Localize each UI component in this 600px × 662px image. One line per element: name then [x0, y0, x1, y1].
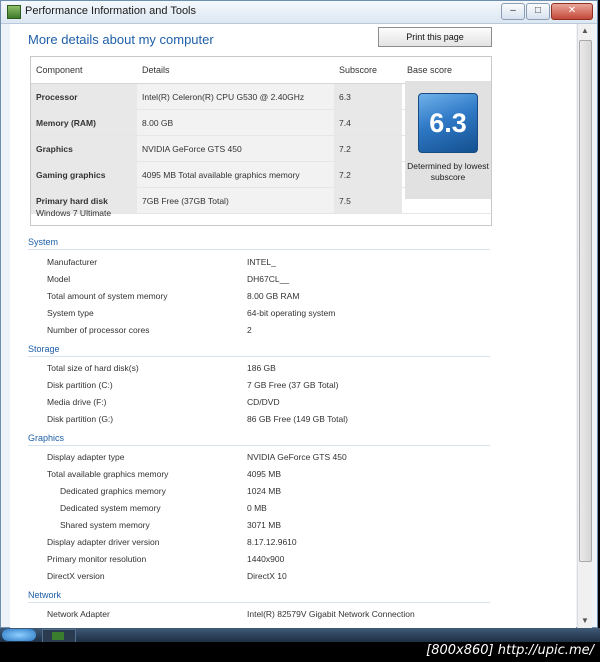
scroll-down-icon[interactable]: ▼ — [578, 614, 592, 628]
detail-value: 4095 MB — [247, 469, 282, 479]
detail-label: Dedicated graphics memory — [60, 486, 166, 496]
detail-value: CD/DVD — [247, 397, 280, 407]
window-controls: – □ ✕ — [501, 3, 593, 20]
component-details: 8.00 GB — [137, 109, 334, 136]
section-title-system: System — [28, 237, 490, 250]
component-details: 4095 MB Total available graphics memory — [137, 161, 334, 188]
detail-label: Total available graphics memory — [47, 469, 169, 479]
close-button[interactable]: ✕ — [551, 3, 593, 20]
minimize-button[interactable]: – — [501, 3, 525, 20]
component-name: Memory (RAM) — [31, 109, 137, 136]
detail-label: Primary monitor resolution — [47, 554, 147, 564]
column-header-details: Details — [137, 57, 334, 84]
detail-label: Dedicated system memory — [60, 503, 161, 513]
scrollbar-thumb[interactable] — [579, 40, 592, 562]
taskbar-app-icon — [52, 632, 64, 640]
detail-label: Number of processor cores — [47, 325, 150, 335]
component-subscore: 6.3 — [334, 83, 402, 110]
details-content: More details about my computer Print thi… — [10, 24, 576, 628]
detail-label: Shared system memory — [60, 520, 150, 530]
taskbar-item[interactable] — [42, 629, 76, 643]
detail-value: 8.00 GB RAM — [247, 291, 300, 301]
detail-label: Total size of hard disk(s) — [47, 363, 139, 373]
component-subscore: 7.5 — [334, 187, 402, 214]
base-score-badge: 6.3 — [418, 93, 478, 153]
window-title: Performance Information and Tools — [25, 5, 196, 17]
section-title-storage: Storage — [28, 344, 490, 357]
detail-value: 3071 MB — [247, 520, 282, 530]
detail-label: Display adapter type — [47, 452, 125, 462]
component-subscore: 7.2 — [334, 135, 402, 162]
detail-label: System type — [47, 308, 94, 318]
detail-value: 86 GB Free (149 GB Total) — [247, 414, 348, 424]
detail-value: 64-bit operating system — [247, 308, 336, 318]
detail-value: 0 MB — [247, 503, 267, 513]
detail-value: DirectX 10 — [247, 571, 287, 581]
component-details: NVIDIA GeForce GTS 450 — [137, 135, 334, 162]
page-heading: More details about my computer — [28, 32, 214, 47]
image-footer: [800x860] http://upic.me/ — [0, 642, 600, 662]
component-subscore: 7.4 — [334, 109, 402, 136]
detail-value: Intel(R) 82579V Gigabit Network Connecti… — [247, 609, 415, 619]
maximize-button[interactable]: □ — [526, 3, 550, 20]
scroll-up-icon[interactable]: ▲ — [578, 24, 592, 38]
os-edition: Windows 7 Ultimate — [36, 208, 112, 218]
score-panel: Component Details Subscore Base score Pr… — [30, 56, 492, 226]
detail-label: Display adapter driver version — [47, 537, 160, 547]
component-name: Graphics — [31, 135, 137, 162]
detail-label: Network Adapter — [47, 609, 110, 619]
detail-label: Total amount of system memory — [47, 291, 168, 301]
app-icon — [7, 5, 21, 19]
detail-label: Disk partition (G:) — [47, 414, 114, 424]
detail-value: 1440x900 — [247, 554, 285, 564]
component-name: Processor — [31, 83, 137, 110]
score-table-header: Component Details Subscore Base score — [31, 57, 491, 84]
detail-label: Model — [47, 274, 71, 284]
print-page-button[interactable]: Print this page — [378, 27, 492, 47]
detail-value: 7 GB Free (37 GB Total) — [247, 380, 339, 390]
title-bar[interactable]: Performance Information and Tools – □ ✕ — [1, 1, 597, 24]
start-button[interactable] — [2, 629, 36, 641]
detail-value: 8.17.12.9610 — [247, 537, 297, 547]
detail-value: DH67CL__ — [247, 274, 290, 284]
detail-value: NVIDIA GeForce GTS 450 — [247, 452, 347, 462]
base-score-note: Determined by lowest subscore — [407, 161, 489, 182]
taskbar — [0, 628, 600, 643]
detail-label: Disk partition (C:) — [47, 380, 113, 390]
detail-label: Manufacturer — [47, 257, 98, 267]
component-details: Intel(R) Celeron(R) CPU G530 @ 2.40GHz — [137, 83, 334, 110]
detail-value: 1024 MB — [247, 486, 282, 496]
vertical-scrollbar[interactable]: ▲ ▼ — [577, 24, 592, 628]
column-header-subscore: Subscore — [334, 57, 402, 84]
section-title-network: Network — [28, 590, 490, 603]
component-name: Gaming graphics — [31, 161, 137, 188]
detail-label: Media drive (F:) — [47, 397, 107, 407]
column-header-base-score: Base score — [402, 57, 491, 84]
column-header-component: Component — [31, 57, 137, 84]
component-details: 7GB Free (37GB Total) — [137, 187, 334, 214]
base-score-cell: 6.3 Determined by lowest subscore — [405, 81, 491, 199]
upload-credit: [800x860] http://upic.me/ — [426, 643, 594, 658]
detail-value: 2 — [247, 325, 252, 335]
component-subscore: 7.2 — [334, 161, 402, 188]
detail-value: 186 GB — [247, 363, 276, 373]
section-title-graphics: Graphics — [28, 433, 490, 446]
detail-value: INTEL_ — [247, 257, 276, 267]
detail-label: DirectX version — [47, 571, 105, 581]
